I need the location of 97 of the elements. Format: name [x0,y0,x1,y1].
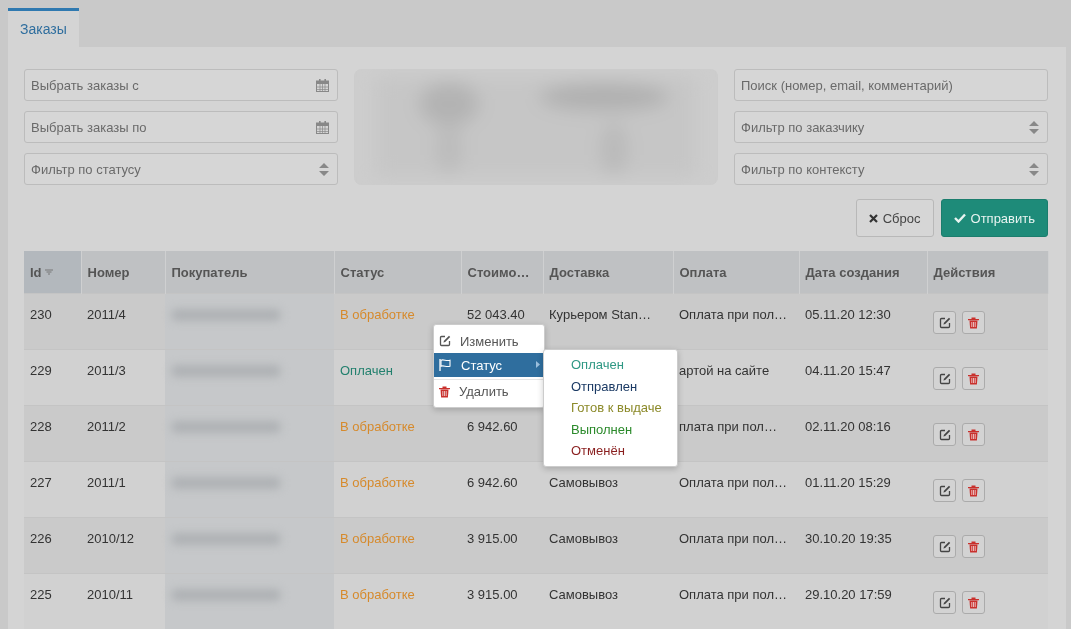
status-label: В обработке [340,475,415,490]
menu-item[interactable]: Изменить [434,329,544,353]
column-header[interactable]: Доставка [549,264,610,280]
table-cell: 230 [30,307,52,322]
calendar-icon [316,121,329,134]
menu-item[interactable]: Отменён [544,440,677,462]
edit-icon [938,484,951,497]
trash-icon [439,385,450,398]
status-label: В обработке [340,307,415,322]
select-field[interactable]: Фильтр по заказчику [734,111,1048,143]
status-label: В обработке [340,587,415,602]
column-header[interactable]: Покупатель [171,264,248,280]
edit-button[interactable] [933,535,956,558]
date-field[interactable]: Выбрать заказы по [24,111,338,143]
search-field[interactable]: Поиск (номер, email, комментарий) [734,69,1048,101]
up-down-arrows-icon [1029,121,1039,134]
table-cell: 2011/1 [87,475,126,490]
flag-icon [439,359,452,371]
column-header[interactable]: Статус [340,264,385,280]
table-cell: Самовывоз [549,531,618,546]
table-cell: 3 915.00 [467,531,518,546]
table-cell: 05.11.20 12:30 [805,307,891,322]
status-label: В обработке [340,419,415,434]
date-field[interactable]: Выбрать заказы с [24,69,338,101]
table-cell: 01.11.20 15:29 [805,475,891,490]
table-cell: 2010/11 [87,587,134,602]
table-cell: 227 [30,475,52,490]
edit-icon [938,428,951,441]
table-cell: 29.10.20 17:59 [805,587,892,602]
menu-item[interactable]: Удалить [434,379,544,403]
edit-button[interactable] [933,591,956,614]
check-icon [953,213,966,223]
menu-item[interactable]: Выполнен [544,418,677,440]
trash-icon [968,596,979,609]
up-down-arrows-icon [1029,163,1039,176]
table-cell: Самовывоз [549,475,618,490]
menu-item[interactable]: Готов к выдаче [544,397,677,419]
table-cell: 226 [30,531,52,546]
table-cell: 02.11.20 08:16 [805,419,891,434]
delete-button[interactable] [962,311,985,334]
table-cell: 228 [30,419,52,434]
column-header[interactable]: Действия [933,264,996,280]
menu-item[interactable]: Статус [434,353,544,377]
table-cell: 30.10.20 19:35 [805,531,892,546]
edit-icon [938,372,951,385]
delete-button[interactable] [962,535,985,558]
table-cell: 2011/2 [87,419,126,434]
column-header[interactable]: Id [30,264,42,280]
calendar-icon [316,79,329,92]
status-label: В обработке [340,531,415,546]
menu-item[interactable]: Отправлен [544,375,677,397]
table-cell: артой на сайте [679,363,770,378]
table-cell: 04.11.20 15:47 [805,363,891,378]
table-cell: Оплата при пол… [679,531,788,546]
trash-icon [968,372,979,385]
table-cell: 52 043.40 [467,307,525,322]
table-cell: 6 942.60 [467,475,518,490]
table-cell: Оплата при пол… [679,475,788,490]
up-down-arrows-icon [319,163,329,176]
table-cell: 225 [30,587,52,602]
trash-icon [968,540,979,553]
delete-button[interactable] [962,591,985,614]
edit-button[interactable] [933,479,956,502]
column-header[interactable]: Оплата [679,264,727,280]
table-cell: плата при пол… [679,419,777,434]
delete-button[interactable] [962,479,985,502]
table-cell: 2011/4 [87,307,126,322]
edit-icon [439,335,451,347]
table-cell: Оплата при пол… [679,587,788,602]
trash-icon [968,484,979,497]
table-cell: Самовывоз [549,587,618,602]
delete-button[interactable] [962,367,985,390]
table-cell: Курьером Stan… [549,307,651,322]
menu-item[interactable]: Оплачен [544,354,677,376]
delete-button[interactable] [962,423,985,446]
column-header[interactable]: Номер [87,264,130,280]
trash-icon [968,428,979,441]
reset-button[interactable]: Сброс [855,199,934,237]
select-field[interactable]: Фильтр по контексту [734,153,1048,185]
table-cell: 6 942.60 [467,419,518,434]
tab[interactable]: Заказы [8,8,79,47]
trash-icon [968,316,979,329]
table-cell: 2011/3 [87,363,126,378]
table-cell: 2010/12 [87,531,134,546]
submit-button[interactable]: Отправить [940,199,1048,237]
edit-button[interactable] [933,367,956,390]
table-cell: 229 [30,363,52,378]
edit-button[interactable] [933,423,956,446]
edit-icon [938,316,951,329]
table-cell: Оплата при пол… [679,307,788,322]
close-icon [868,213,878,223]
status-label: Оплачен [340,363,393,378]
table-cell: 3 915.00 [467,587,518,602]
edit-icon [938,540,951,553]
edit-button[interactable] [933,311,956,334]
edit-icon [938,596,951,609]
select-field[interactable]: Фильтр по статусу [24,153,338,185]
